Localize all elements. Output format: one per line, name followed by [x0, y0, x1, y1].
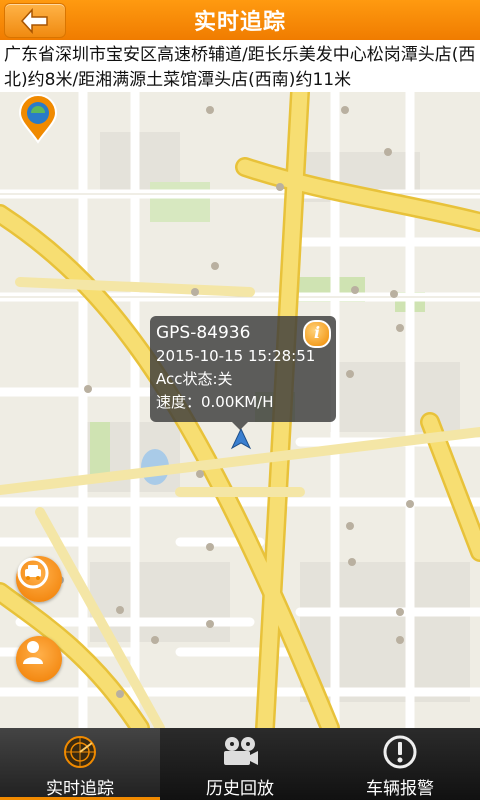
car-locate-button[interactable]: [16, 556, 62, 602]
bottom-tab-bar: 实时追踪 历史回放 车辆报警: [0, 728, 480, 800]
car-locate-icon: [17, 557, 49, 589]
tab-history-playback[interactable]: 历史回放: [160, 728, 320, 800]
person-locate-icon: [23, 641, 43, 664]
title-bar: 实时追踪: [0, 0, 480, 40]
tab-label: 历史回放: [206, 779, 274, 799]
info-icon[interactable]: i: [303, 320, 331, 348]
location-pin-icon: [18, 94, 58, 144]
back-button[interactable]: [4, 3, 66, 38]
acc-status: Acc状态:关: [156, 370, 233, 388]
vehicle-marker-icon[interactable]: [230, 428, 252, 450]
tab-label: 实时追踪: [46, 779, 114, 799]
film-reel-icon: [224, 737, 258, 765]
gps-time: 2015-10-15 15:28:51: [156, 347, 316, 365]
page-title: 实时追踪: [193, 10, 286, 35]
person-locate-button[interactable]: [16, 636, 62, 682]
alert-icon: [383, 735, 417, 769]
tab-vehicle-alarm[interactable]: 车辆报警: [320, 728, 480, 800]
back-arrow-icon: [20, 7, 48, 34]
popup-tail: [232, 422, 248, 430]
speed-value: 速度：0.00KM/H: [156, 393, 274, 411]
tab-label: 车辆报警: [366, 779, 434, 799]
address-text: 广东省深圳市宝安区高速桥辅道/距长乐美发中心松岗潭头店(西北)约8米/距湘满源土…: [0, 40, 480, 92]
tab-realtime-tracking[interactable]: 实时追踪: [0, 728, 160, 800]
vehicle-info-popup[interactable]: GPS-84936 2015-10-15 15:28:51 Acc状态:关 速度…: [150, 316, 336, 422]
radar-icon: [64, 736, 96, 768]
